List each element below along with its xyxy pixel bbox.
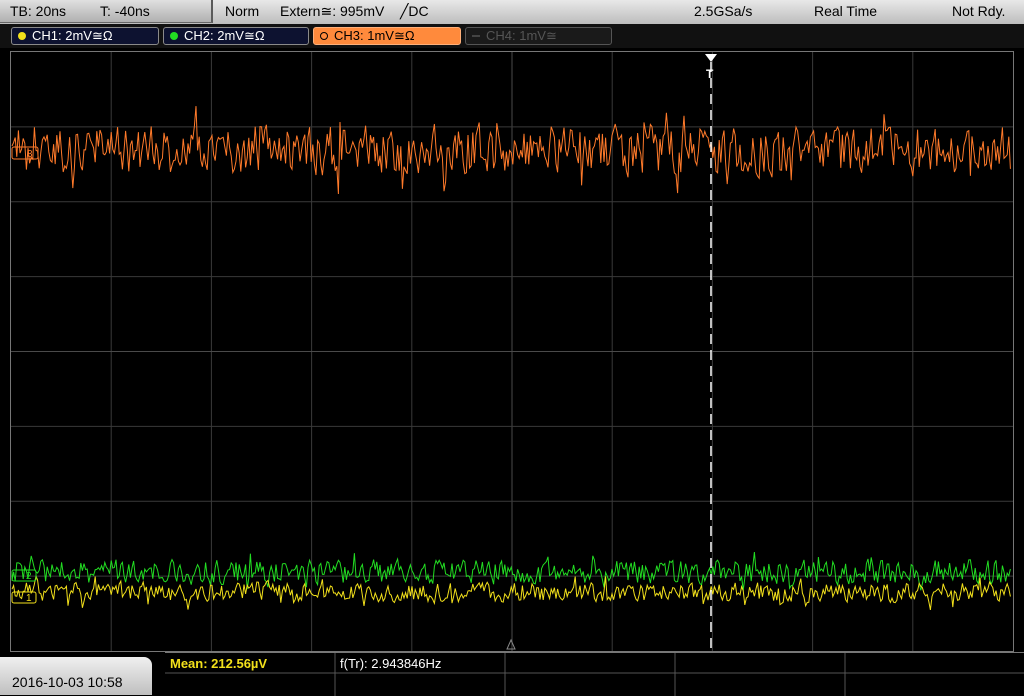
graticule-grid <box>11 52 1013 651</box>
center-marker-icon <box>506 638 516 650</box>
channel-3-trace <box>11 106 1011 195</box>
mean-measurement[interactable]: Mean: 212.56µV <box>170 656 267 671</box>
channel-2-tag: 2 <box>26 571 32 582</box>
channel-1-waveform <box>11 573 1011 610</box>
trigger-tag: T <box>706 67 714 81</box>
waveform-traces: T 3 2 1 <box>11 52 1013 652</box>
channel-1-level-marker[interactable]: 1 <box>11 591 37 604</box>
channel-3-waveform <box>11 106 1011 195</box>
channel-2-trace <box>11 552 1011 591</box>
channel-1-tag: 1 <box>26 593 32 604</box>
measurement-grid-lines <box>165 653 1024 696</box>
datetime-box: 2016-10-03 10:58 <box>0 657 152 695</box>
channel-1-trace <box>11 573 1011 610</box>
channel-2-waveform <box>11 552 1011 591</box>
trigger-position-marker[interactable] <box>705 54 717 62</box>
datetime-label: 2016-10-03 10:58 <box>12 674 123 690</box>
channel-3-tag: 3 <box>27 149 33 160</box>
frequency-measurement[interactable]: f(Tr): 2.943846Hz <box>340 656 441 671</box>
measurement-panel[interactable] <box>165 652 1024 696</box>
